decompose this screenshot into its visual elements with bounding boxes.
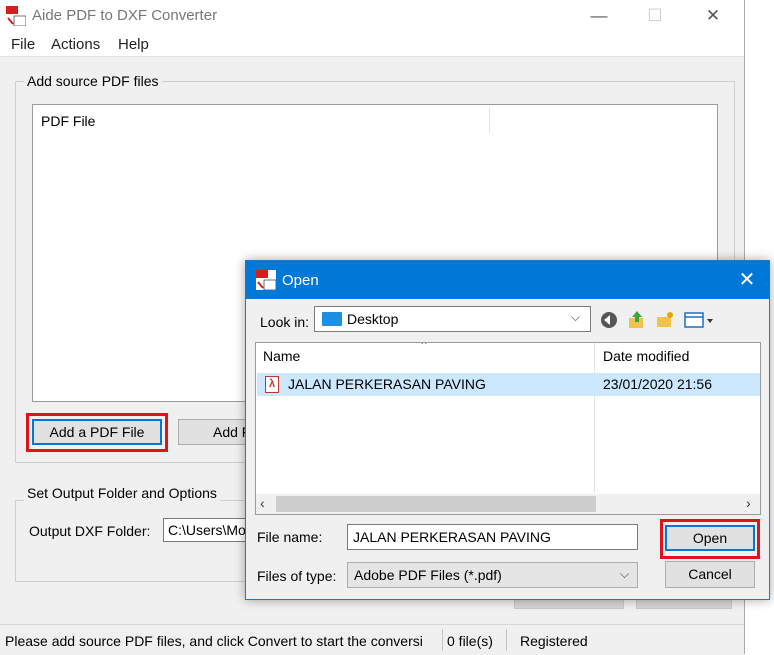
scroll-right-icon[interactable]: › <box>746 495 751 511</box>
scroll-left-icon[interactable]: ‹ <box>260 495 265 511</box>
maximize-button[interactable]: ☐ <box>632 0 678 32</box>
highlight-box-add-file <box>26 413 168 452</box>
cancel-button[interactable]: Cancel <box>665 561 755 588</box>
horizontal-scrollbar[interactable]: ‹ › <box>256 494 760 514</box>
status-message: Please add source PDF files, and click C… <box>5 633 423 649</box>
file-list-header: Name ⌃ Date modified <box>256 343 760 371</box>
file-type-value: Adobe PDF Files (*.pdf) <box>354 567 502 583</box>
file-list[interactable]: Name ⌃ Date modified λ JALAN PERKERASAN … <box>255 342 761 515</box>
source-group-label: Add source PDF files <box>24 73 162 89</box>
file-name: JALAN PERKERASAN PAVING <box>288 376 486 392</box>
look-in-value: Desktop <box>347 311 399 327</box>
status-divider <box>506 629 507 651</box>
date-modified-column-header[interactable]: Date modified <box>603 348 689 364</box>
menu-actions[interactable]: Actions <box>51 36 100 53</box>
chevron-down-icon: ⌵ <box>571 310 581 324</box>
minimize-button[interactable]: — <box>576 0 622 32</box>
file-type-label: Files of type: <box>257 568 337 584</box>
dialog-title-bar: Open ✕ <box>246 261 769 299</box>
view-menu-icon[interactable] <box>683 310 717 330</box>
status-file-count: 0 file(s) <box>447 633 493 649</box>
title-bar: Aide PDF to DXF Converter — ☐ ✕ <box>0 0 744 32</box>
scrollbar-thumb[interactable] <box>276 496 596 512</box>
column-divider[interactable] <box>594 343 595 493</box>
close-button[interactable]: ✕ <box>690 0 736 32</box>
file-row[interactable]: λ JALAN PERKERASAN PAVING 23/01/2020 21:… <box>257 373 760 396</box>
file-date-modified: 23/01/2020 21:56 <box>603 376 712 392</box>
back-icon[interactable] <box>598 310 620 330</box>
menu-file[interactable]: File <box>11 36 35 53</box>
menu-help[interactable]: Help <box>118 36 149 53</box>
dialog-title: Open <box>282 272 319 289</box>
dialog-app-icon <box>256 270 277 291</box>
new-folder-icon[interactable] <box>654 310 676 330</box>
sort-up-icon: ⌃ <box>419 342 430 353</box>
pdf-file-icon: λ <box>265 376 279 393</box>
file-type-select[interactable]: Adobe PDF Files (*.pdf) ⌵ <box>347 562 638 588</box>
desktop-folder-icon <box>322 312 342 326</box>
file-name-label: File name: <box>257 529 323 545</box>
pdf-file-column-header[interactable]: PDF File <box>41 113 95 129</box>
output-group-label: Set Output Folder and Options <box>24 485 220 501</box>
status-bar: Please add source PDF files, and click C… <box>0 624 744 655</box>
look-in-label: Look in: <box>260 314 310 330</box>
pdf-list-header: PDF File <box>33 105 717 135</box>
file-name-input[interactable]: JALAN PERKERASAN PAVING <box>347 524 638 550</box>
highlight-box-open <box>660 519 760 559</box>
column-divider[interactable] <box>489 107 490 133</box>
look-in-dropdown[interactable]: Desktop ⌵ <box>314 306 591 332</box>
name-column-header[interactable]: Name <box>263 348 300 364</box>
output-folder-label: Output DXF Folder: <box>29 523 151 539</box>
menu-bar: File Actions Help <box>0 32 744 57</box>
window-title: Aide PDF to DXF Converter <box>32 7 218 24</box>
open-file-dialog: Open ✕ Look in: Desktop ⌵ Name ⌃ Date mo… <box>245 260 770 600</box>
status-divider <box>442 629 443 651</box>
dialog-close-button[interactable]: ✕ <box>732 265 762 295</box>
up-folder-icon[interactable] <box>626 310 648 330</box>
status-registration: Registered <box>520 633 588 649</box>
app-icon <box>6 6 27 27</box>
chevron-down-icon: ⌵ <box>620 567 630 581</box>
